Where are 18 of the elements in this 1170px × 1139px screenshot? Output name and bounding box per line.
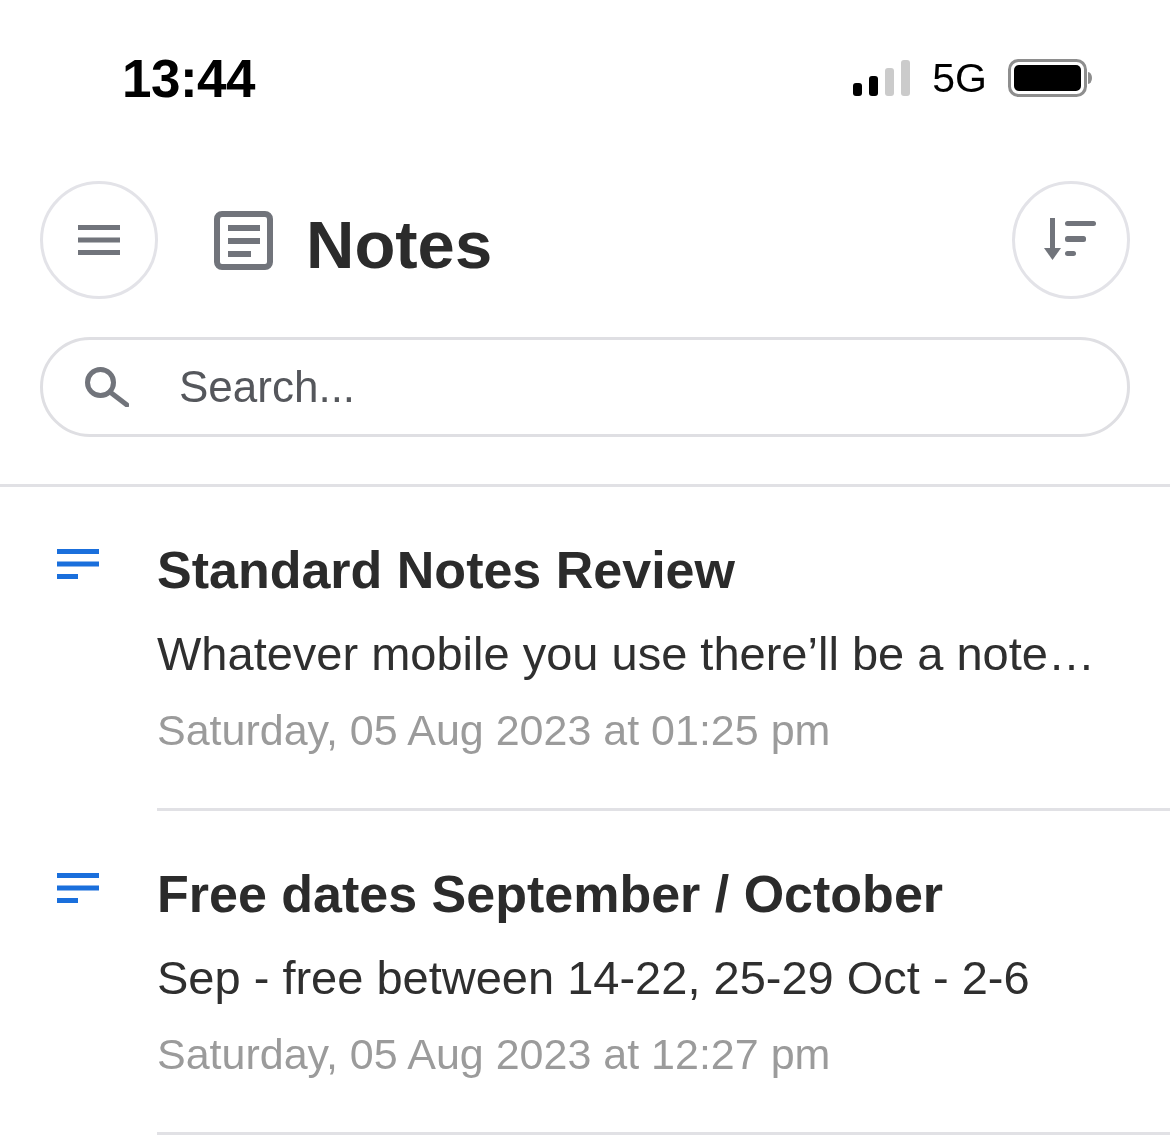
page-title: Notes bbox=[306, 205, 493, 278]
search-field[interactable]: Search... bbox=[40, 337, 1130, 437]
note-date: Saturday, 05 Aug 2023 at 12:27 pm bbox=[157, 1029, 832, 1080]
note-preview: Sep - free between 14-22, 25-29 Oct - 2-6 bbox=[157, 950, 1031, 1006]
search-icon bbox=[85, 367, 129, 407]
network-type: 5G bbox=[932, 54, 987, 102]
text-lines-icon bbox=[57, 549, 99, 579]
note-title: Free dates September / October bbox=[157, 864, 945, 924]
menu-icon bbox=[78, 225, 120, 255]
text-lines-icon bbox=[57, 873, 99, 903]
note-title: Standard Notes Review bbox=[157, 540, 736, 600]
signal-icon bbox=[853, 60, 912, 96]
sort-icon bbox=[1043, 218, 1096, 260]
document-icon bbox=[214, 210, 273, 270]
note-date: Saturday, 05 Aug 2023 at 01:25 pm bbox=[157, 705, 832, 756]
battery-icon bbox=[1008, 59, 1092, 97]
note-preview: Whatever mobile you use there’ll be a note… bbox=[157, 626, 1096, 682]
status-time: 13:44 bbox=[122, 47, 256, 109]
